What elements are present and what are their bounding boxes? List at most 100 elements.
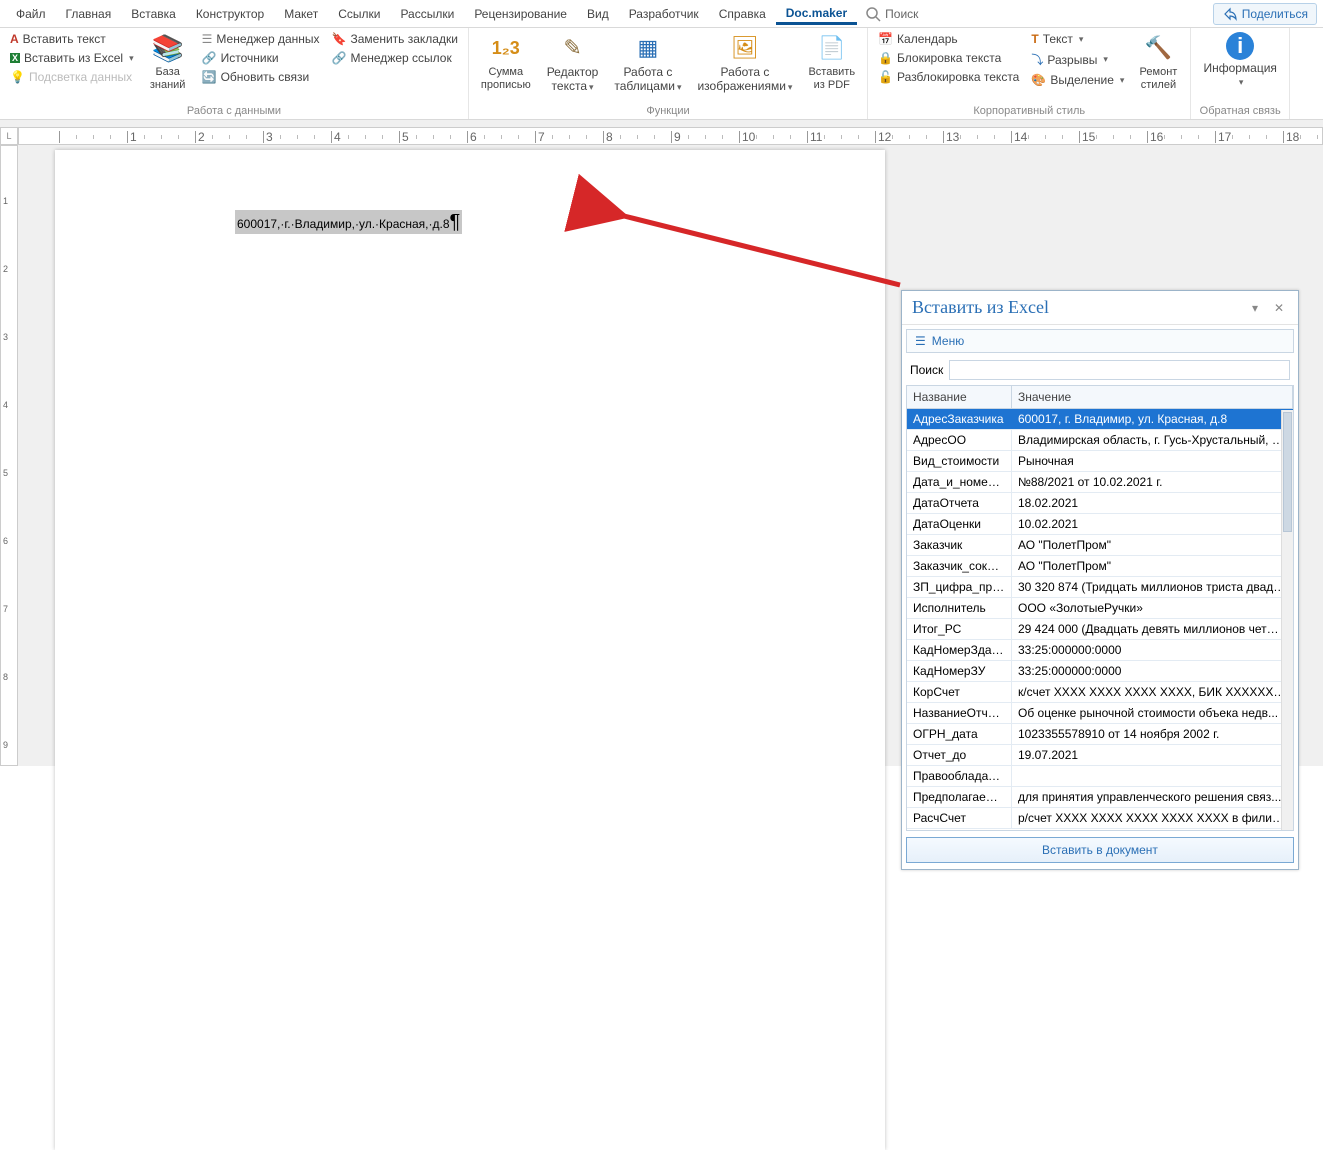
cell-value: 19.07.2021 [1012,745,1293,765]
cell-value: Рыночная [1012,451,1293,471]
table-row[interactable]: ОГРН_дата1023355578910 от 14 ноября 2002… [907,724,1293,745]
cell-name: АдресЗаказчика [907,409,1012,429]
table-row[interactable]: АдресЗаказчика600017, г. Владимир, ул. К… [907,409,1293,430]
group-work-with-data: AВставить текст XВставить из Excel▾ 💡Под… [0,28,469,119]
group-corp-style: 📅Календарь 🔒Блокировка текста 🔓Разблокир… [868,28,1191,119]
breaks-button[interactable]: ⤵Разрывы▾ [1027,49,1128,70]
share-button[interactable]: Поделиться [1213,3,1317,25]
insert-text-button[interactable]: AВставить текст [6,30,138,48]
table-row[interactable]: Итог_РС29 424 000 (Двадцать девять милли… [907,619,1293,640]
table-row[interactable]: ЗП_цифра_проп...30 320 874 (Тридцать мил… [907,577,1293,598]
cell-value [1012,766,1293,786]
cell-value: 33:25:000000:0000 [1012,640,1293,660]
tab-docmaker[interactable]: Doc.maker [776,2,857,25]
insert-pdf-button[interactable]: 📄Вставить из PDF [802,30,861,94]
search-input[interactable] [949,360,1290,380]
scroll-thumb[interactable] [1283,412,1292,532]
unlock-icon: 🔓 [878,70,893,84]
cell-name: ДатаОтчета [907,493,1012,513]
books-icon: 📚 [152,32,184,64]
share-icon [1222,6,1238,22]
col-value-header[interactable]: Значение [1012,386,1293,408]
table-row[interactable]: ДатаОценки10.02.2021 [907,514,1293,535]
cell-value: 33:25:000000:0000 [1012,661,1293,681]
tab-review[interactable]: Рецензирование [464,3,577,25]
group-feedback: iИнформация▾ Обратная связь [1191,28,1289,119]
cell-value: 18.02.2021 [1012,493,1293,513]
cell-name: КадНомерЗУ [907,661,1012,681]
insert-into-document-button[interactable]: Вставить в документ [906,837,1294,863]
table-row[interactable]: РасчСчетр/счет XXXX XXXX XXXX XXXX XXXX … [907,808,1293,829]
tab-file[interactable]: Файл [6,3,56,25]
data-manager-button[interactable]: ☰Менеджер данных [198,30,324,48]
unlock-text-button[interactable]: 🔓Разблокировка текста [874,68,1023,86]
table-row[interactable]: Предполагаемо...для принятия управленчес… [907,787,1293,808]
panel-options-icon[interactable]: ▾ [1246,299,1264,317]
close-icon[interactable]: ✕ [1270,299,1288,317]
table-row[interactable]: НазваниеОтчетаОб оценке рыночной стоимос… [907,703,1293,724]
knowledge-base-button[interactable]: 📚 База знаний [142,30,194,94]
cell-name: КорСчет [907,682,1012,702]
numbers-icon: 1₂3 [490,32,522,64]
cell-value: к/счет XXXX XXXX XXXX XXXX, БИК XXXXXXXX… [1012,682,1293,702]
ruler-horizontal[interactable]: 123456789101112131415161718 [18,127,1323,145]
panel-menu-button[interactable]: ☰ Меню [906,329,1294,353]
selection-button[interactable]: 🎨Выделение▾ [1027,71,1128,89]
table-row[interactable]: КадНомерЗУ33:25:000000:0000 [907,661,1293,682]
highlight-data-button[interactable]: 💡Подсветка данных [6,68,138,86]
text-editor-button[interactable]: ✎Редактор текста▾ [541,30,605,96]
ruler-vertical[interactable]: 123456789 [0,145,18,766]
search-label: Поиск [885,7,918,21]
lock-text-button[interactable]: 🔒Блокировка текста [874,49,1023,67]
update-links-button[interactable]: 🔄Обновить связи [198,68,324,86]
search-label: Поиск [910,363,943,377]
tab-view[interactable]: Вид [577,3,619,25]
table-icon: ▦ [632,32,664,64]
table-row[interactable]: Заказчик_сокра...АО "ПолетПром" [907,556,1293,577]
table-row[interactable]: КорСчетк/счет XXXX XXXX XXXX XXXX, БИК X… [907,682,1293,703]
tab-insert[interactable]: Вставка [121,3,186,25]
table-row[interactable]: Правообладател... [907,766,1293,787]
table-row[interactable]: ДатаОтчета18.02.2021 [907,493,1293,514]
cell-name: АдресОО [907,430,1012,450]
repl-label: Заменить закладки [350,32,457,46]
ribbon: AВставить текст XВставить из Excel▾ 💡Под… [0,28,1323,120]
table-row[interactable]: Вид_стоимостиРыночная [907,451,1293,472]
table-row[interactable]: ЗаказчикАО "ПолетПром" [907,535,1293,556]
col-name-header[interactable]: Название [907,386,1012,408]
table-row[interactable]: Отчет_до19.07.2021 [907,745,1293,766]
cell-value: АО "ПолетПром" [1012,556,1293,576]
group-label: Корпоративный стиль [874,103,1184,119]
inserted-address-text[interactable]: 600017,·г.·Владимир,·ул.·Красная,·д.8¶ [235,210,462,234]
info-icon: i [1226,32,1254,60]
table-row[interactable]: Дата_и_номер_д...№88/2021 от 10.02.2021 … [907,472,1293,493]
sum-text-button[interactable]: 1₂3Сумма прописью [475,30,537,94]
insert-from-excel-button[interactable]: XВставить из Excel▾ [6,49,138,67]
search-top[interactable]: Поиск [857,6,926,22]
kb-label: База знаний [150,66,186,92]
tab-layout[interactable]: Макет [274,3,328,25]
page[interactable]: 600017,·г.·Владимир,·ул.·Красная,·д.8¶ [55,150,885,1150]
table-row[interactable]: КадНомерЗдания33:25:000000:0000 [907,640,1293,661]
tab-dev[interactable]: Разработчик [619,3,709,25]
cell-value: 10.02.2021 [1012,514,1293,534]
calendar-button[interactable]: 📅Календарь [874,30,1023,48]
table-row[interactable]: АдресООВладимирская область, г. Гусь-Хру… [907,430,1293,451]
link-manager-button[interactable]: 🔗Менеджер ссылок [328,49,462,67]
pdf-icon: 📄 [816,32,848,64]
tab-home[interactable]: Главная [56,3,122,25]
table-row[interactable]: ИсполнительООО «ЗолотыеРучки» [907,598,1293,619]
sources-button[interactable]: 🔗Источники [198,49,324,67]
tab-mail[interactable]: Рассылки [390,3,464,25]
tab-design[interactable]: Конструктор [186,3,274,25]
repair-styles-button[interactable]: 🔨Ремонт стилей [1132,30,1184,94]
replace-bookmarks-button[interactable]: 🔖Заменить закладки [328,30,462,48]
search-icon [865,6,881,22]
text-style-button[interactable]: TТекст▾ [1027,30,1128,48]
tab-help[interactable]: Справка [709,3,776,25]
tables-button[interactable]: ▦Работа с таблицами▾ [608,30,687,96]
info-button[interactable]: iИнформация▾ [1197,30,1282,91]
images-button[interactable]: 🖼Работа с изображениями▾ [691,30,798,96]
scrollbar[interactable] [1281,410,1293,830]
tab-refs[interactable]: Ссылки [328,3,390,25]
